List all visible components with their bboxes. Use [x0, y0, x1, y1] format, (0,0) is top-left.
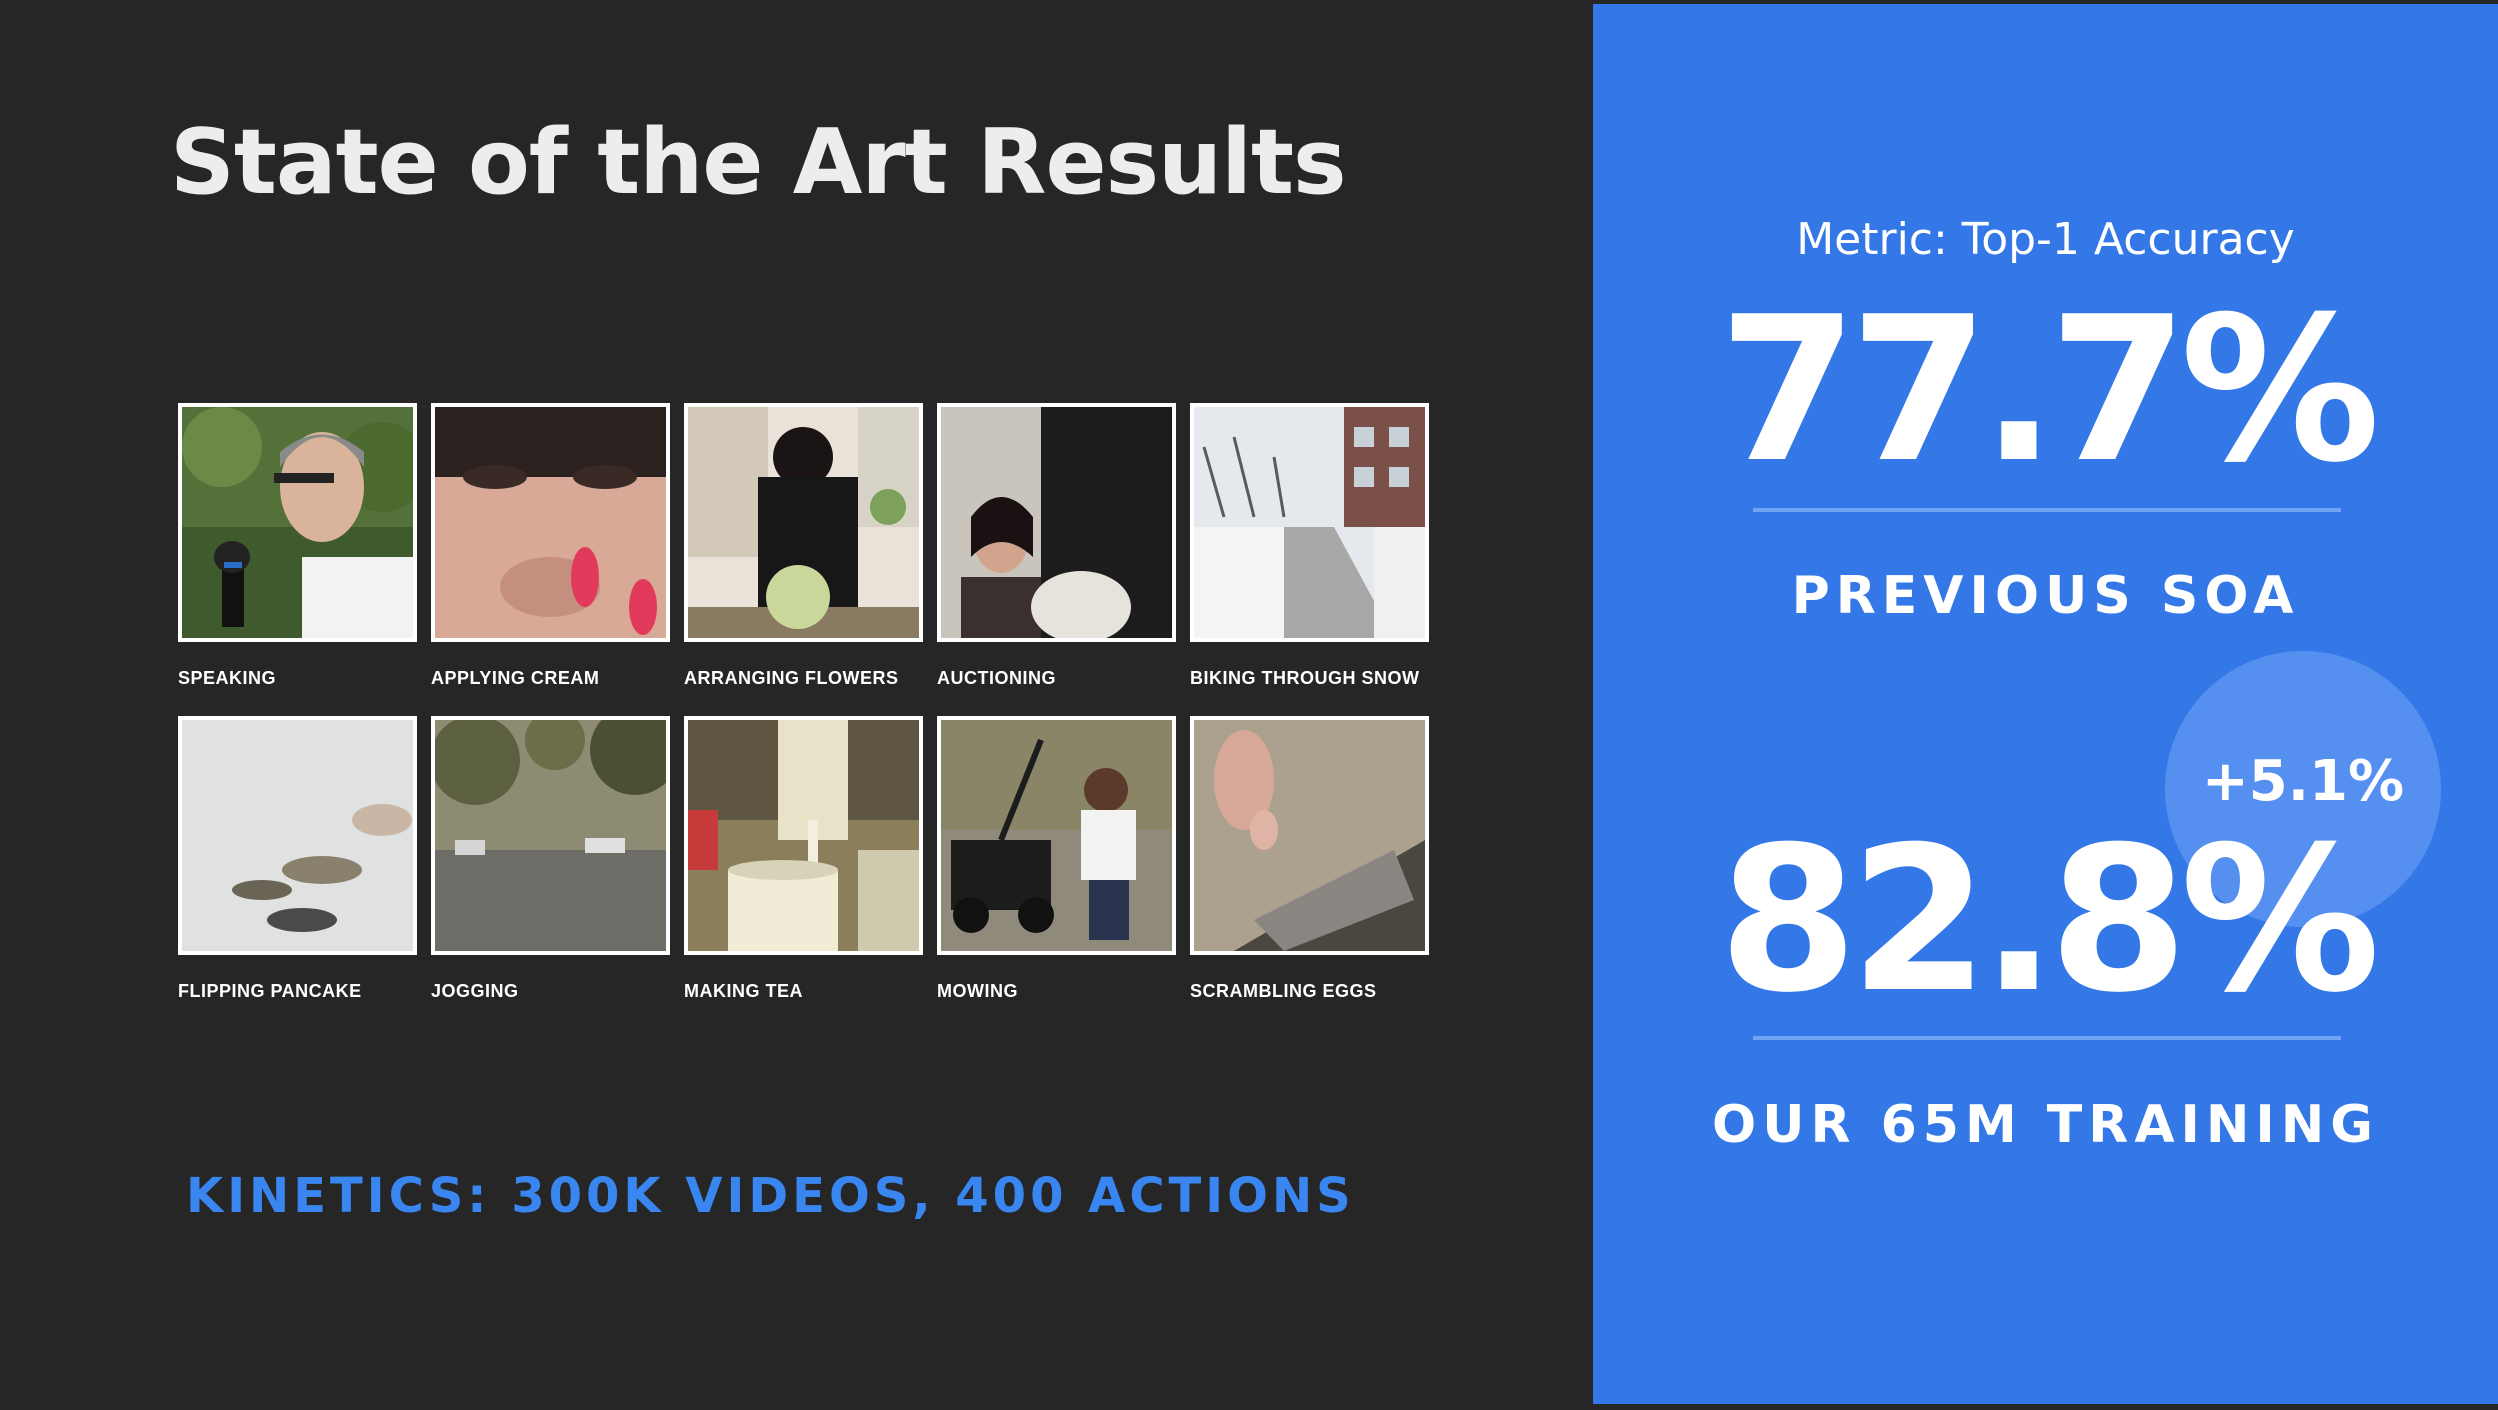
divider-bottom: [1753, 1036, 2341, 1040]
thumbnail-label: AUCTIONING: [937, 668, 1056, 688]
biking-through-snow-thumbnail-icon: [1190, 403, 1429, 642]
previous-soa-value: 77.7%: [1718, 274, 2381, 507]
thumbnail-tile-applying-cream: APPLYING CREAM: [431, 403, 670, 689]
thumbnail-label: JOGGING: [431, 981, 519, 1001]
previous-soa-label: PREVIOUS SOA: [1791, 566, 2300, 626]
thumbnail-label: ARRANGING FLOWERS: [684, 668, 899, 688]
thumbnail-label: FLIPPING PANCAKE: [178, 981, 362, 1001]
thumbnail-tile-mowing: MOWING: [937, 716, 1176, 1002]
thumbnail-tile-flipping-pancake: FLIPPING PANCAKE: [178, 716, 417, 1002]
thumbnail-tile-jogging: JOGGING: [431, 716, 670, 1002]
thumbnail-tile-biking-through-snow: BIKING THROUGH SNOW: [1190, 403, 1429, 689]
applying-cream-thumbnail-icon: [431, 403, 670, 642]
thumbnail-label: BIKING THROUGH SNOW: [1190, 668, 1420, 688]
thumbnail-tile-speaking: SPEAKING: [178, 403, 417, 689]
thumbnail-tile-auctioning: AUCTIONING: [937, 403, 1176, 689]
slide-left-area: State of the Art Results SPEAKING APPLYI…: [0, 0, 1593, 1410]
flipping-pancake-thumbnail-icon: [178, 716, 417, 955]
making-tea-thumbnail-icon: [684, 716, 923, 955]
mowing-thumbnail-icon: [937, 716, 1176, 955]
thumbnail-label: SPEAKING: [178, 668, 277, 688]
arranging-flowers-thumbnail-icon: [684, 403, 923, 642]
speaking-thumbnail-icon: [178, 403, 417, 642]
our-result-label: OUR 65M TRAINING: [1712, 1095, 2379, 1155]
divider-top: [1753, 508, 2341, 512]
thumbnail-label: MAKING TEA: [684, 981, 803, 1001]
thumbnail-label: APPLYING CREAM: [431, 668, 600, 688]
thumbnail-label: SCRAMBLING EGGS: [1190, 981, 1377, 1001]
slide-title: State of the Art Results: [170, 110, 1347, 215]
thumbnail-tile-making-tea: MAKING TEA: [684, 716, 923, 1002]
dataset-caption: KINETICS: 300K VIDEOS, 400 ACTIONS: [186, 1168, 1355, 1224]
our-result-value: 82.8%: [1718, 804, 2381, 1037]
auctioning-thumbnail-icon: [937, 403, 1176, 642]
improvement-value: +5.1%: [2201, 749, 2405, 814]
thumbnail-tile-arranging-flowers: ARRANGING FLOWERS: [684, 403, 923, 689]
results-panel: Metric: Top-1 Accuracy 77.7% PREVIOUS SO…: [1593, 4, 2498, 1404]
scrambling-eggs-thumbnail-icon: [1190, 716, 1429, 955]
thumbnail-tile-scrambling-eggs: SCRAMBLING EGGS: [1190, 716, 1429, 1002]
thumbnail-label: MOWING: [937, 981, 1018, 1001]
metric-label: Metric: Top-1 Accuracy: [1796, 214, 2295, 265]
jogging-thumbnail-icon: [431, 716, 670, 955]
